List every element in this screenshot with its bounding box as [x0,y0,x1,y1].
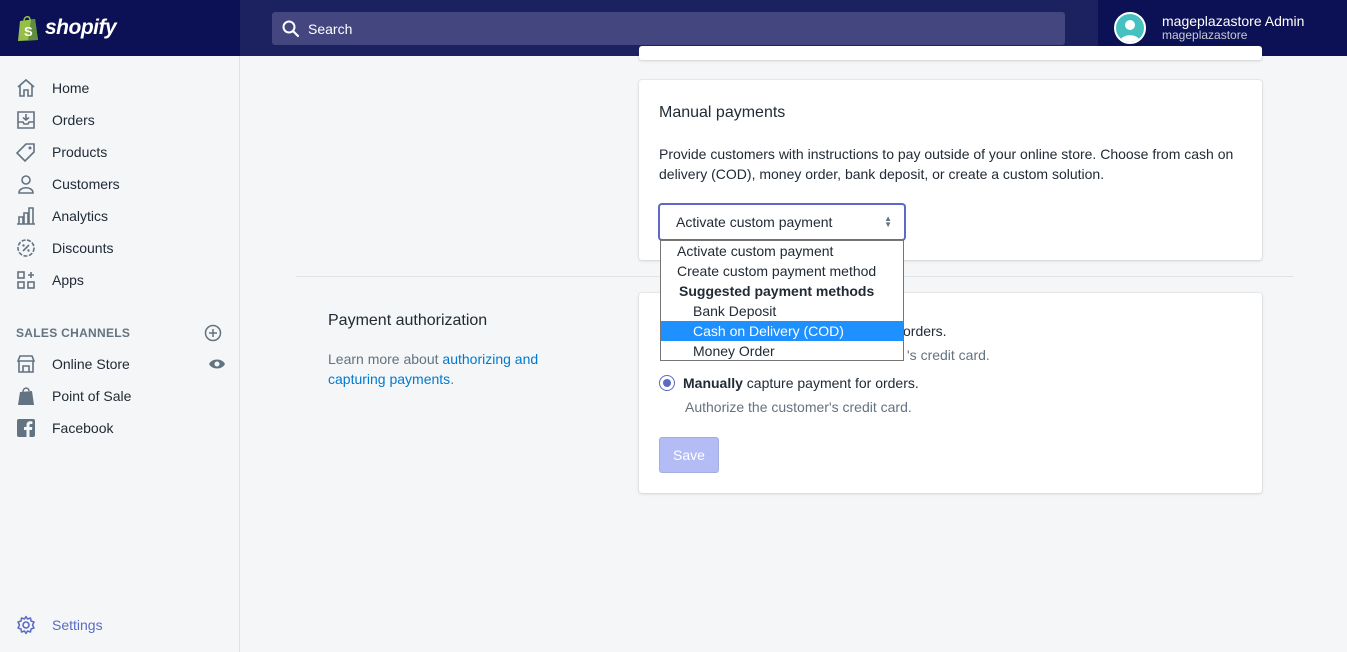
option-activate-custom-payment[interactable]: Activate custom payment [661,241,903,261]
sidebar-item-label: Point of Sale [52,388,132,404]
manual-capture-radio[interactable] [659,375,675,391]
brand-name: shopify [45,16,117,39]
auto-capture-label: orders. [903,323,947,339]
manual-payments-description: Provide customers with instructions to p… [659,146,1234,182]
shopify-logo[interactable]: S shopify [0,0,240,56]
sidebar-item-label: Products [52,144,108,160]
facebook-icon [16,418,36,438]
option-money-order[interactable]: Money Order [661,341,903,361]
gear-icon [16,615,36,635]
search-bar[interactable]: Search [272,12,1065,45]
orders-icon [16,110,36,130]
person-icon [16,174,36,194]
search-input[interactable]: Search [308,21,352,37]
sidebar-item-label: Apps [52,272,84,288]
select-value: Activate custom payment [676,214,833,230]
sidebar-item-point-of-sale[interactable]: Point of Sale [16,384,226,408]
avatar[interactable] [1114,12,1146,44]
sidebar-item-online-store[interactable]: Online Store [16,352,226,376]
option-create-custom-payment-method[interactable]: Create custom payment method [661,261,903,281]
desc-suffix: . [450,371,455,387]
sidebar-item-facebook[interactable]: Facebook [16,416,226,440]
sidebar-item-discounts[interactable]: Discounts [16,236,226,260]
manual-payments-title: Manual payments [659,104,786,121]
manual-capture-option[interactable]: Manually capture payment for orders. [659,375,919,391]
manual-capture-bold: Manually [683,375,743,391]
pos-bag-icon [16,386,36,406]
sidebar-item-orders[interactable]: Orders [16,108,226,132]
save-button[interactable]: Save [659,437,719,473]
sidebar: Home Orders Products Customers Analytics… [0,56,240,652]
custom-payment-select[interactable]: Activate custom payment ▲ ▼ [659,204,905,240]
home-icon [16,78,36,98]
svg-text:S: S [24,24,33,39]
sidebar-item-label: Analytics [52,208,109,224]
manual-capture-helper: Authorize the customer's credit card. [685,399,912,415]
sales-channels-header: SALES CHANNELS [16,324,222,342]
manual-capture-label: capture payment for orders. [742,375,919,391]
sidebar-item-label: Discounts [52,240,114,256]
user-avatar-icon [1120,20,1140,42]
sidebar-item-label: Settings [52,617,103,633]
sidebar-item-label: Customers [52,176,120,192]
sidebar-item-analytics[interactable]: Analytics [16,204,226,228]
sidebar-item-label: Orders [52,112,95,128]
select-arrows-icon: ▲ ▼ [884,214,892,229]
tag-icon [16,142,36,162]
sidebar-item-settings[interactable]: Settings [16,613,226,637]
shopify-bag-icon: S [18,15,38,41]
sidebar-item-customers[interactable]: Customers [16,172,226,196]
search-icon [282,20,300,37]
discount-icon [16,238,36,258]
sidebar-item-home[interactable]: Home [16,76,226,100]
sidebar-item-products[interactable]: Products [16,140,226,164]
sidebar-item-label: Online Store [52,356,130,372]
auto-capture-helper: 's credit card. [907,347,990,363]
option-cash-on-delivery[interactable]: Cash on Delivery (COD) [661,321,903,341]
store-name: mageplazastore [1162,28,1248,43]
option-bank-deposit[interactable]: Bank Deposit [661,301,903,321]
sales-channels-heading: SALES CHANNELS [16,326,131,340]
desc-prefix: Learn more about [328,351,443,367]
payment-options-dropdown[interactable]: Activate custom payment Create custom pa… [660,240,904,361]
eye-icon[interactable] [208,355,226,373]
user-name: mageplazastore Admin [1162,13,1305,30]
optgroup-suggested-payment-methods: Suggested payment methods [679,283,875,299]
sidebar-item-apps[interactable]: Apps [16,268,226,292]
previous-card [639,46,1262,60]
payment-authorization-description: Learn more about authorizing and capturi… [328,349,578,389]
manual-payments-card: Manual payments Provide customers with i… [639,80,1262,260]
bar-chart-icon [16,206,36,226]
payment-authorization-title: Payment authorization [328,312,488,329]
store-icon [16,354,36,374]
add-channel-icon[interactable] [204,324,222,342]
apps-icon [16,270,36,290]
sidebar-item-label: Facebook [52,420,114,436]
sidebar-item-label: Home [52,80,90,96]
